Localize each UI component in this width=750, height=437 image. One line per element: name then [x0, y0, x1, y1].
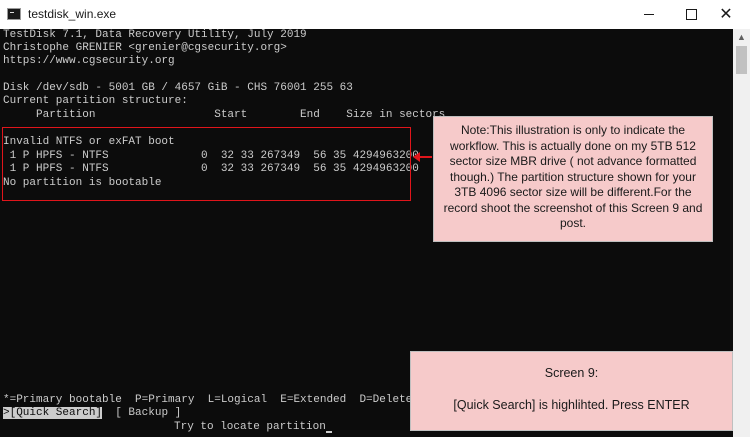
window-title: testdisk_win.exe — [28, 7, 117, 21]
disk-info: Disk /dev/sdb - 5001 GB / 4657 GiB - CHS… — [3, 82, 353, 94]
quick-search-menu[interactable]: >[Quick Search] — [3, 407, 103, 419]
legend-line: *=Primary bootable P=Primary L=Logical E… — [3, 394, 419, 406]
workflow-note: Note:This illustration is only to indica… — [433, 116, 713, 242]
minimize-button[interactable] — [626, 0, 672, 29]
table-header: Partition Start End Size in sectors — [3, 109, 446, 121]
vertical-scrollbar[interactable]: ▲ — [733, 29, 750, 437]
close-icon: ✕ — [719, 6, 733, 23]
screen-note: Screen 9: [Quick Search] is highlihted. … — [410, 351, 733, 431]
text-cursor — [325, 431, 332, 433]
arrow-shaft — [418, 156, 432, 158]
scroll-up-arrow-icon[interactable]: ▲ — [733, 29, 750, 46]
header-line-3: https://www.cgsecurity.org — [3, 55, 175, 67]
screen-note-body: [Quick Search] is highlihted. Press ENTE… — [453, 398, 690, 412]
title-bar: testdisk_win.exe ✕ — [0, 0, 750, 30]
backup-menu[interactable]: [ Backup ] — [102, 407, 181, 419]
console-app-icon — [7, 8, 21, 20]
close-button[interactable]: ✕ — [703, 0, 749, 29]
header-line-2: Christophe GRENIER <grenier@cgsecurity.o… — [3, 42, 287, 54]
hint-line: Try to locate partition — [174, 421, 332, 434]
screen-note-title: Screen 9: — [544, 366, 599, 380]
hint-text: Try to locate partition — [174, 421, 326, 433]
arrow-left-icon — [413, 152, 420, 162]
structure-label: Current partition structure: — [3, 95, 188, 107]
partition-highlight-box — [2, 127, 411, 201]
menu-line: >[Quick Search] [ Backup ] — [3, 407, 181, 420]
scroll-thumb[interactable] — [736, 46, 747, 74]
header-line-1: TestDisk 7.1, Data Recovery Utility, Jul… — [3, 29, 307, 41]
